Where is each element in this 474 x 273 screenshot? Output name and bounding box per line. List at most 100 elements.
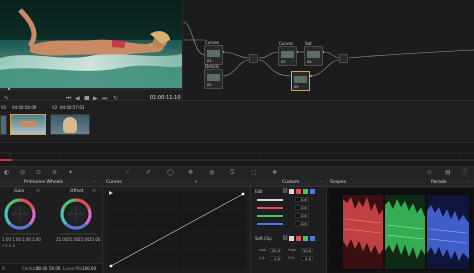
viewer-frame-image [0,0,182,88]
scope-type-select[interactable]: Parade [431,180,447,186]
intensity-value-r[interactable]: 100 [295,205,309,210]
gain-reset-icon[interactable]: ↺ [36,189,40,195]
node-01[interactable]: Curves 01 [204,41,223,65]
color-match-icon[interactable]: ◎ [20,170,25,176]
color-wheels-graphic [4,198,92,230]
softclip-r-chip[interactable] [296,236,301,241]
intensity-value-g[interactable]: 100 [295,213,309,218]
offset-value-b[interactable]: 25.00 [78,238,89,242]
camera-raw-icon[interactable]: ◐ [4,170,9,176]
offset-value-g[interactable]: 25.00 [67,238,78,242]
rgb-mixer-icon[interactable]: ≋ [52,170,57,176]
high-value[interactable]: 50.0 [301,248,313,253]
intensity-slider-r[interactable] [257,207,283,209]
video-viewer[interactable] [0,0,182,88]
custom-options-icon[interactable]: ⋯ [318,180,323,186]
node-number: 05 [294,84,299,89]
gain-value-r[interactable]: 1.00 [12,238,21,242]
intensity-slider-g[interactable] [257,215,283,217]
node-thumbnail [294,76,307,83]
soft-clip-link-icon[interactable]: ⛓ [282,236,288,241]
scrubber-playhead[interactable] [8,88,10,90]
scopes-panel: Scopes Parade ⋯ [326,179,474,273]
curve-point-white[interactable] [241,192,245,196]
gain-value-g[interactable]: 1.00 [22,238,31,242]
node-label: Details [205,64,219,69]
softclip-b-chip[interactable] [310,236,315,241]
curves-panel-header: Curves ▾ [103,179,250,187]
clip-thumbnail-2[interactable] [50,114,90,135]
clip-thumbnail-0[interactable] [0,115,7,135]
sizing-icon[interactable]: ⬚ [251,170,257,176]
softclip-y-chip[interactable] [289,236,294,241]
offset-wheel-label: Offset [70,189,84,194]
luma-mix-value[interactable]: 100.00 [82,267,96,271]
node-02[interactable]: Details 02 [204,65,223,89]
ls-value[interactable]: 0.0 [270,256,282,261]
curve-point-black[interactable] [109,264,113,268]
clip-thumbnail-1[interactable] [10,114,46,135]
offset-value-y[interactable]: 25.00 [89,238,100,242]
motion-effects-icon[interactable]: ✦ [68,170,73,176]
luma-mix-label: Luma Mix [63,266,83,271]
gain-value-b[interactable]: 1.00 [32,238,41,242]
window-icon[interactable]: ◯ [167,170,174,176]
node-merge-b[interactable] [339,54,348,63]
gain-value-y[interactable]: 1.00 [2,238,11,242]
offset-value-r[interactable]: 25.00 [56,238,67,242]
node-number: 02 [207,82,212,87]
pivot-value[interactable]: 50.00 [36,267,47,271]
node-number: 01 [207,58,212,63]
node-graph[interactable]: Curves 01 Details 02 Curves 03 Sat 04 05 [182,0,474,108]
node-05-selected[interactable]: 05 [291,71,310,91]
key-icon[interactable]: ⚿ [230,170,235,176]
channel-b-chip[interactable] [310,189,315,194]
curve-graph[interactable] [107,190,247,270]
clip-track-v1: V1 [1,105,7,110]
panel-options-icon[interactable]: ⋯ [92,180,97,186]
qualifier-icon[interactable]: ✐ [146,170,151,176]
contrast-value[interactable]: 50.00 [49,267,60,271]
gain-master-slider[interactable] [4,233,40,235]
node-04[interactable]: Sat 04 [304,42,323,66]
channel-y-chip[interactable] [289,189,294,194]
intensity-value-b[interactable]: 100 [295,221,309,226]
node-thumbnail [207,74,220,81]
viewer-scrubber[interactable] [0,88,182,90]
channel-r-chip[interactable] [296,189,301,194]
intensity-slider-b[interactable] [257,223,283,225]
offset-master-slider[interactable] [60,233,96,235]
timeline-ruler[interactable] [0,142,474,166]
three-d-icon[interactable]: ❖ [272,170,277,176]
node-label: Sat [305,41,312,46]
scopes-icon[interactable]: ▤ [445,170,451,176]
keyframes-icon[interactable]: ◇ [427,170,432,176]
info-icon[interactable]: ⓘ [462,170,468,176]
node-merge-a[interactable] [249,54,258,63]
intensity-value-y[interactable]: 100 [295,197,309,202]
timeline-ticks [0,152,474,161]
softclip-g-chip[interactable] [303,236,308,241]
offset-reset-icon[interactable]: ↺ [92,189,96,195]
curves-icon[interactable]: ⟋ [125,170,129,176]
blur-icon[interactable]: ◍ [209,170,214,176]
custom-panel-header: Custom ⋯ [251,179,326,187]
node-03[interactable]: Curves 03 [278,42,297,66]
gain-wheel[interactable] [4,198,36,230]
color-wheels-icon[interactable]: ⊙ [36,170,41,176]
footer-first-label: A [2,266,5,271]
intensity-slider-y[interactable] [257,199,283,201]
link-icon[interactable]: ⛓ [282,189,288,194]
tracker-icon[interactable]: ✥ [188,170,193,176]
channel-g-chip[interactable] [303,189,308,194]
curves-options-icon[interactable]: ▾ [195,180,197,186]
hs-value[interactable]: 0.0 [301,256,313,261]
primaries-panel-header: Primaries Wheels ⋯ [0,179,102,187]
hs-label: H.S. [288,256,296,260]
parade-scope [329,189,473,271]
node-number: 03 [281,59,286,64]
scopes-options-icon[interactable]: ⋯ [465,180,470,186]
gain-channel-letters: Y R G B [2,244,16,248]
low-value[interactable]: 50.0 [270,248,282,253]
offset-wheel[interactable] [60,198,92,230]
